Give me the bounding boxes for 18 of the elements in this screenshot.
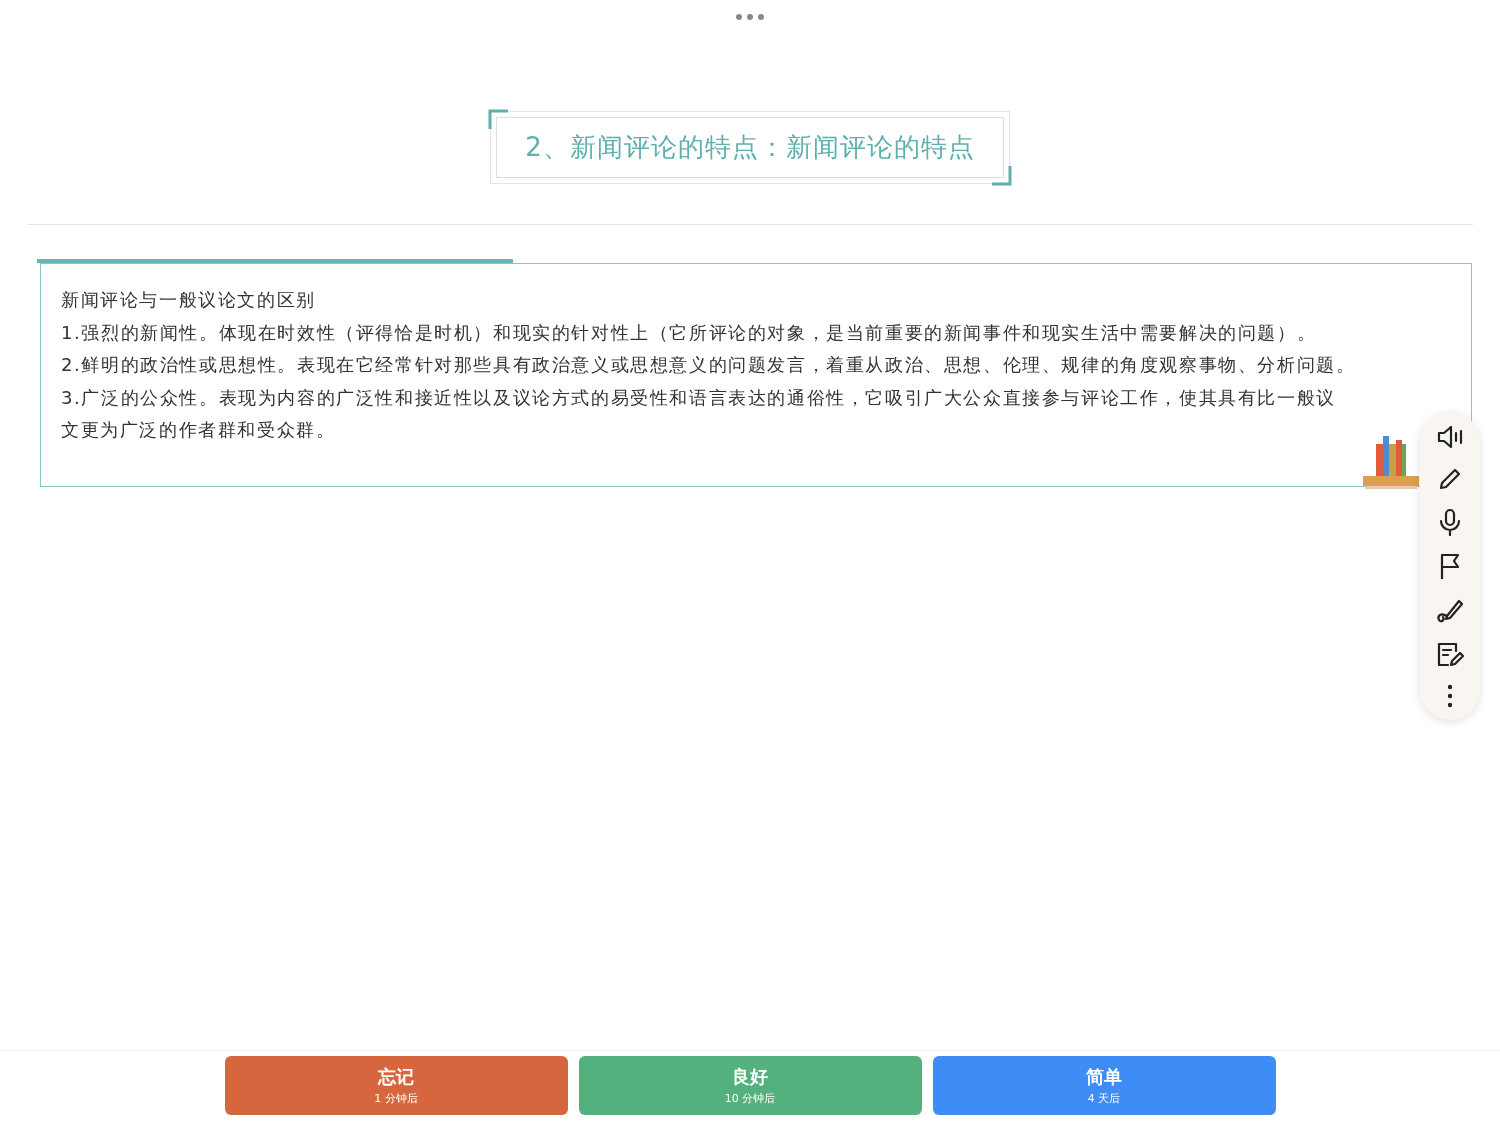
- note-text: 文更为广泛的作者群和受众群。: [61, 418, 336, 442]
- microphone-icon[interactable]: [1437, 508, 1463, 536]
- bookshelf-drawing: [1363, 436, 1419, 490]
- note-text: 3.广泛的公众性。表现为内容的广泛性和接近性以及议论方式的易受性和语言表达的通俗性，它吸引广大公众直接参与评论工作，使其具有比一般议: [61, 385, 1336, 410]
- corner-bracket: [991, 166, 1012, 186]
- card-title: 2、新闻评论的特点：新闻评论的特点: [525, 132, 975, 162]
- rating-button[interactable]: 简单 4 天后: [932, 1056, 1276, 1115]
- pencil-icon[interactable]: [1437, 466, 1463, 492]
- flag-icon[interactable]: [1438, 552, 1462, 580]
- note-text: 1.强烈的新闻性。体现在时效性（评得恰是时机）和现实的针对性上（它所评论的对象，是当前重要的新闻事件和现实生活中需要解决的问题）。: [61, 320, 1317, 345]
- rating-button[interactable]: 良好 10 分钟后: [578, 1056, 922, 1115]
- corner-bracket: [488, 109, 509, 129]
- rating-button[interactable]: 忘记 1 分钟后: [224, 1056, 568, 1115]
- note-text: 新闻评论与一般议论文的区别: [61, 288, 316, 312]
- more-icon[interactable]: [1447, 684, 1453, 708]
- note-edit-icon[interactable]: [1436, 640, 1464, 668]
- note-text: 2.鲜明的政治性或思想性。表现在它经常针对那些具有政治意义或思想意义的问题发言，着重从政治、思想、伦理、规律的角度观察事物、分析问题。: [61, 353, 1356, 377]
- speaker-icon[interactable]: [1436, 424, 1464, 450]
